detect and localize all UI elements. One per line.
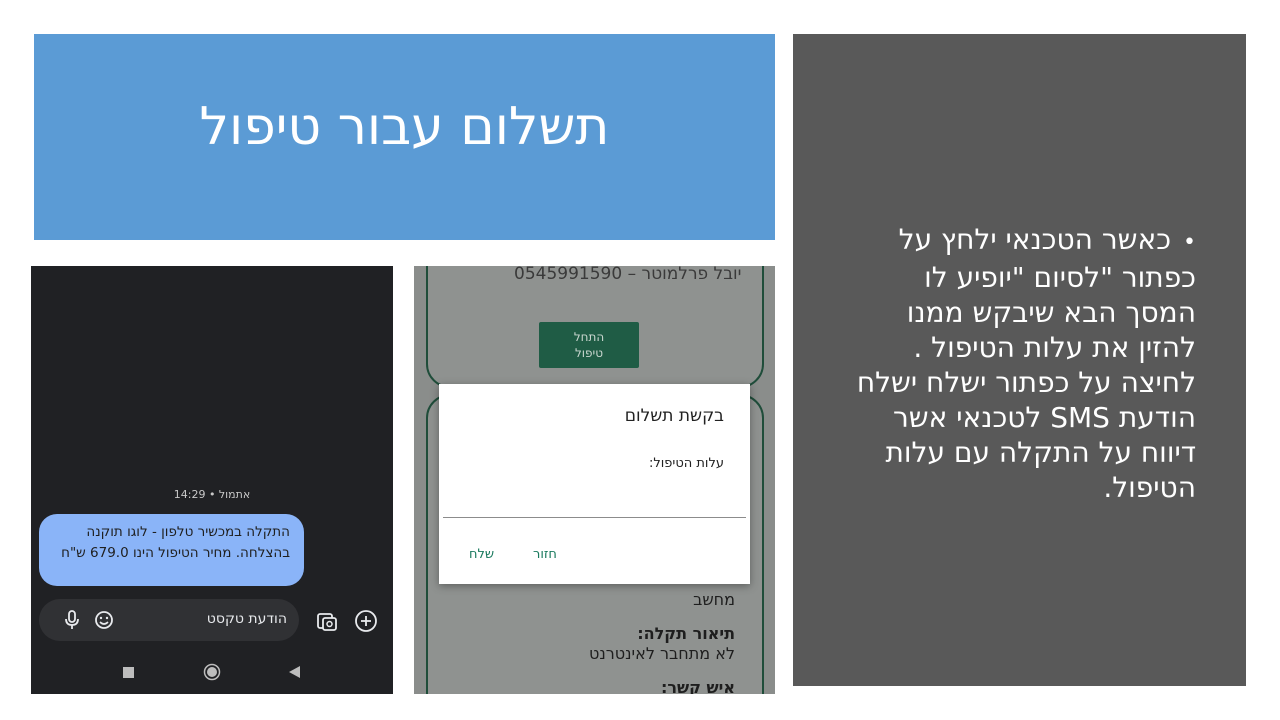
payment-dialog: בקשת תשלום עלות הטיפול: חזור שלח bbox=[439, 384, 750, 584]
bullet-line: להזין את עלות הטיפול . bbox=[913, 331, 1196, 364]
app-screenshot: יובל פרלמוטר – 0545991590 התחל טיפול מחש… bbox=[414, 266, 775, 694]
start-button-line: התחל bbox=[573, 330, 605, 344]
description-panel: • כאשר הטכנאי ילחץ על כפתור "לסיום "יופיע… bbox=[793, 34, 1246, 686]
gallery-icon[interactable] bbox=[315, 609, 339, 633]
start-treatment-button[interactable]: התחל טיפול bbox=[539, 322, 639, 368]
cost-input[interactable] bbox=[443, 517, 746, 518]
mic-icon[interactable] bbox=[61, 609, 83, 631]
device-value: מחשב bbox=[693, 590, 735, 609]
slide-title: תשלום עבור טיפול bbox=[199, 97, 610, 157]
cost-label: עלות הטיפול: bbox=[648, 456, 724, 471]
bullet-line: לחיצה על כפתור ישלח ישלח bbox=[856, 366, 1196, 399]
emoji-icon[interactable] bbox=[93, 609, 115, 631]
bullet-line: המסך הבא שיבקש ממנו bbox=[906, 296, 1196, 329]
bullet-line: כאשר הטכנאי ילחץ על bbox=[898, 223, 1172, 256]
message-bubble[interactable]: התקלה במכשיר טלפון - לוגו תוקנה בהצלחה. … bbox=[39, 514, 304, 586]
message-line: התקלה במכשיר טלפון - לוגו תוקנה bbox=[86, 524, 290, 540]
android-nav-bar bbox=[31, 658, 393, 688]
send-button[interactable]: שלח bbox=[469, 547, 494, 562]
slide-title-box: תשלום עבור טיפול bbox=[34, 34, 775, 240]
bullet-icon: • bbox=[1183, 230, 1196, 255]
bullet-line: דיווח על התקלה עם עלות bbox=[885, 436, 1197, 469]
description-bullet: • כאשר הטכנאי ילחץ על כפתור "לסיום "יופיע… bbox=[846, 222, 1196, 505]
bullet-line: הודעת SMS לטכנאי אשר bbox=[893, 401, 1196, 434]
nav-home-icon[interactable] bbox=[202, 662, 222, 682]
back-button[interactable]: חזור bbox=[533, 547, 557, 562]
bullet-line: כפתור "לסיום "יופיע לו bbox=[924, 261, 1196, 294]
issue-value: לא מתחבר לאינטרנט bbox=[588, 644, 735, 663]
message-input-placeholder: הודעת טקסט bbox=[206, 611, 287, 627]
nav-back-icon[interactable] bbox=[287, 665, 301, 679]
message-timestamp: אתמול • 14:29 bbox=[173, 488, 251, 501]
issue-label: תיאור תקלה: bbox=[637, 624, 735, 643]
sms-screenshot: אתמול • 14:29 התקלה במכשיר טלפון - לוגו … bbox=[31, 266, 393, 694]
start-button-line: טיפול bbox=[574, 346, 604, 360]
contact-label: איש קשר: bbox=[660, 678, 735, 694]
message-line: בהצלחה. מחיר הטיפול הינו 679.0 ש"ח bbox=[61, 545, 290, 561]
add-icon[interactable] bbox=[353, 608, 379, 634]
dialog-title: בקשת תשלום bbox=[624, 406, 724, 426]
message-input[interactable]: הודעת טקסט bbox=[39, 599, 299, 641]
bullet-line: הטיפול. bbox=[1103, 471, 1196, 504]
contact-line: יובל פרלמוטר – 0545991590 bbox=[514, 266, 742, 284]
nav-square-icon[interactable] bbox=[122, 666, 134, 678]
